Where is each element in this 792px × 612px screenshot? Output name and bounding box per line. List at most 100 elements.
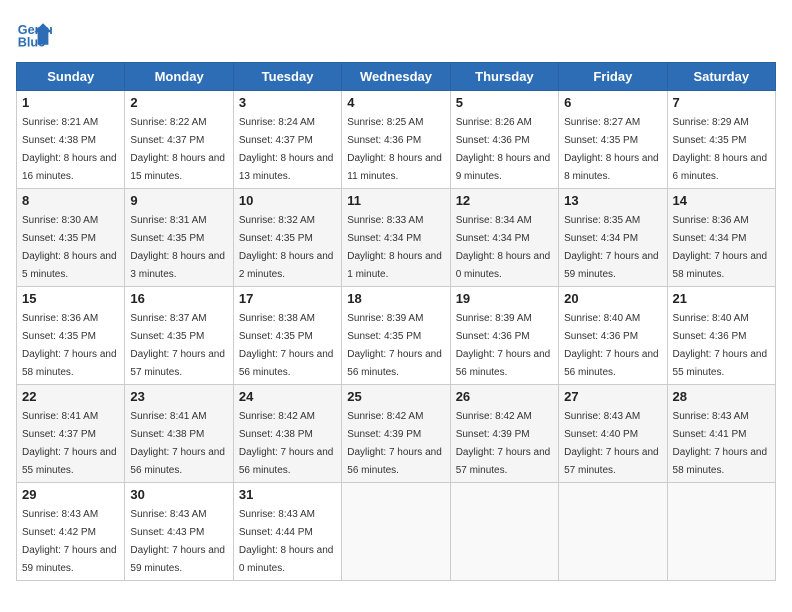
calendar-cell: 9 Sunrise: 8:31 AMSunset: 4:35 PMDayligh…: [125, 189, 233, 287]
day-info: Sunrise: 8:24 AMSunset: 4:37 PMDaylight:…: [239, 117, 334, 182]
day-number: 22: [22, 389, 119, 404]
calendar-cell: 19 Sunrise: 8:39 AMSunset: 4:36 PMDaylig…: [450, 287, 558, 385]
calendar-cell: 21 Sunrise: 8:40 AMSunset: 4:36 PMDaylig…: [667, 287, 775, 385]
day-number: 7: [673, 95, 770, 110]
calendar-cell: 25 Sunrise: 8:42 AMSunset: 4:39 PMDaylig…: [342, 385, 450, 483]
weekday-header-tuesday: Tuesday: [233, 63, 341, 91]
day-info: Sunrise: 8:21 AMSunset: 4:38 PMDaylight:…: [22, 117, 117, 182]
day-info: Sunrise: 8:29 AMSunset: 4:35 PMDaylight:…: [673, 117, 768, 182]
day-number: 11: [347, 193, 444, 208]
calendar-cell: 7 Sunrise: 8:29 AMSunset: 4:35 PMDayligh…: [667, 91, 775, 189]
calendar-cell: 10 Sunrise: 8:32 AMSunset: 4:35 PMDaylig…: [233, 189, 341, 287]
calendar-cell: 26 Sunrise: 8:42 AMSunset: 4:39 PMDaylig…: [450, 385, 558, 483]
page-header: General Blue: [16, 16, 776, 52]
day-number: 29: [22, 487, 119, 502]
calendar-cell: 12 Sunrise: 8:34 AMSunset: 4:34 PMDaylig…: [450, 189, 558, 287]
calendar-cell: 27 Sunrise: 8:43 AMSunset: 4:40 PMDaylig…: [559, 385, 667, 483]
day-number: 24: [239, 389, 336, 404]
day-info: Sunrise: 8:32 AMSunset: 4:35 PMDaylight:…: [239, 215, 334, 280]
day-info: Sunrise: 8:27 AMSunset: 4:35 PMDaylight:…: [564, 117, 659, 182]
day-info: Sunrise: 8:43 AMSunset: 4:43 PMDaylight:…: [130, 509, 225, 574]
day-info: Sunrise: 8:26 AMSunset: 4:36 PMDaylight:…: [456, 117, 551, 182]
day-number: 6: [564, 95, 661, 110]
day-info: Sunrise: 8:35 AMSunset: 4:34 PMDaylight:…: [564, 215, 659, 280]
day-number: 23: [130, 389, 227, 404]
day-info: Sunrise: 8:40 AMSunset: 4:36 PMDaylight:…: [564, 313, 659, 378]
calendar-cell: [450, 483, 558, 581]
calendar-cell: 13 Sunrise: 8:35 AMSunset: 4:34 PMDaylig…: [559, 189, 667, 287]
day-info: Sunrise: 8:31 AMSunset: 4:35 PMDaylight:…: [130, 215, 225, 280]
calendar-table: SundayMondayTuesdayWednesdayThursdayFrid…: [16, 62, 776, 581]
calendar-cell: 24 Sunrise: 8:42 AMSunset: 4:38 PMDaylig…: [233, 385, 341, 483]
day-info: Sunrise: 8:39 AMSunset: 4:35 PMDaylight:…: [347, 313, 442, 378]
calendar-cell: [667, 483, 775, 581]
weekday-header-friday: Friday: [559, 63, 667, 91]
calendar-week-5: 29 Sunrise: 8:43 AMSunset: 4:42 PMDaylig…: [17, 483, 776, 581]
day-number: 15: [22, 291, 119, 306]
day-info: Sunrise: 8:30 AMSunset: 4:35 PMDaylight:…: [22, 215, 117, 280]
day-info: Sunrise: 8:40 AMSunset: 4:36 PMDaylight:…: [673, 313, 768, 378]
day-info: Sunrise: 8:38 AMSunset: 4:35 PMDaylight:…: [239, 313, 334, 378]
day-info: Sunrise: 8:42 AMSunset: 4:39 PMDaylight:…: [456, 411, 551, 476]
calendar-cell: 17 Sunrise: 8:38 AMSunset: 4:35 PMDaylig…: [233, 287, 341, 385]
calendar-cell: 23 Sunrise: 8:41 AMSunset: 4:38 PMDaylig…: [125, 385, 233, 483]
calendar-cell: 29 Sunrise: 8:43 AMSunset: 4:42 PMDaylig…: [17, 483, 125, 581]
weekday-header-row: SundayMondayTuesdayWednesdayThursdayFrid…: [17, 63, 776, 91]
calendar-cell: [559, 483, 667, 581]
day-number: 31: [239, 487, 336, 502]
day-info: Sunrise: 8:22 AMSunset: 4:37 PMDaylight:…: [130, 117, 225, 182]
day-info: Sunrise: 8:43 AMSunset: 4:40 PMDaylight:…: [564, 411, 659, 476]
calendar-cell: 15 Sunrise: 8:36 AMSunset: 4:35 PMDaylig…: [17, 287, 125, 385]
calendar-cell: 28 Sunrise: 8:43 AMSunset: 4:41 PMDaylig…: [667, 385, 775, 483]
calendar-cell: 20 Sunrise: 8:40 AMSunset: 4:36 PMDaylig…: [559, 287, 667, 385]
day-number: 20: [564, 291, 661, 306]
calendar-week-3: 15 Sunrise: 8:36 AMSunset: 4:35 PMDaylig…: [17, 287, 776, 385]
calendar-week-2: 8 Sunrise: 8:30 AMSunset: 4:35 PMDayligh…: [17, 189, 776, 287]
day-info: Sunrise: 8:25 AMSunset: 4:36 PMDaylight:…: [347, 117, 442, 182]
logo: General Blue: [16, 16, 52, 52]
weekday-header-monday: Monday: [125, 63, 233, 91]
day-number: 12: [456, 193, 553, 208]
calendar-cell: 31 Sunrise: 8:43 AMSunset: 4:44 PMDaylig…: [233, 483, 341, 581]
day-number: 2: [130, 95, 227, 110]
day-info: Sunrise: 8:33 AMSunset: 4:34 PMDaylight:…: [347, 215, 442, 280]
day-number: 21: [673, 291, 770, 306]
day-number: 3: [239, 95, 336, 110]
calendar-cell: 5 Sunrise: 8:26 AMSunset: 4:36 PMDayligh…: [450, 91, 558, 189]
day-number: 14: [673, 193, 770, 208]
calendar-cell: 30 Sunrise: 8:43 AMSunset: 4:43 PMDaylig…: [125, 483, 233, 581]
day-number: 9: [130, 193, 227, 208]
day-info: Sunrise: 8:36 AMSunset: 4:35 PMDaylight:…: [22, 313, 117, 378]
day-number: 10: [239, 193, 336, 208]
day-number: 8: [22, 193, 119, 208]
logo-icon: General Blue: [16, 16, 52, 52]
day-info: Sunrise: 8:43 AMSunset: 4:44 PMDaylight:…: [239, 509, 334, 574]
calendar-cell: 1 Sunrise: 8:21 AMSunset: 4:38 PMDayligh…: [17, 91, 125, 189]
day-info: Sunrise: 8:39 AMSunset: 4:36 PMDaylight:…: [456, 313, 551, 378]
calendar-body: 1 Sunrise: 8:21 AMSunset: 4:38 PMDayligh…: [17, 91, 776, 581]
day-number: 27: [564, 389, 661, 404]
day-info: Sunrise: 8:41 AMSunset: 4:38 PMDaylight:…: [130, 411, 225, 476]
calendar-cell: 16 Sunrise: 8:37 AMSunset: 4:35 PMDaylig…: [125, 287, 233, 385]
weekday-header-wednesday: Wednesday: [342, 63, 450, 91]
day-number: 28: [673, 389, 770, 404]
day-number: 30: [130, 487, 227, 502]
day-info: Sunrise: 8:42 AMSunset: 4:39 PMDaylight:…: [347, 411, 442, 476]
day-number: 13: [564, 193, 661, 208]
calendar-cell: 8 Sunrise: 8:30 AMSunset: 4:35 PMDayligh…: [17, 189, 125, 287]
day-number: 25: [347, 389, 444, 404]
day-info: Sunrise: 8:34 AMSunset: 4:34 PMDaylight:…: [456, 215, 551, 280]
day-info: Sunrise: 8:36 AMSunset: 4:34 PMDaylight:…: [673, 215, 768, 280]
calendar-cell: 6 Sunrise: 8:27 AMSunset: 4:35 PMDayligh…: [559, 91, 667, 189]
weekday-header-saturday: Saturday: [667, 63, 775, 91]
weekday-header-thursday: Thursday: [450, 63, 558, 91]
day-number: 16: [130, 291, 227, 306]
day-number: 5: [456, 95, 553, 110]
calendar-cell: 3 Sunrise: 8:24 AMSunset: 4:37 PMDayligh…: [233, 91, 341, 189]
calendar-cell: [342, 483, 450, 581]
calendar-week-4: 22 Sunrise: 8:41 AMSunset: 4:37 PMDaylig…: [17, 385, 776, 483]
day-number: 4: [347, 95, 444, 110]
day-info: Sunrise: 8:43 AMSunset: 4:42 PMDaylight:…: [22, 509, 117, 574]
weekday-header-sunday: Sunday: [17, 63, 125, 91]
calendar-cell: 11 Sunrise: 8:33 AMSunset: 4:34 PMDaylig…: [342, 189, 450, 287]
